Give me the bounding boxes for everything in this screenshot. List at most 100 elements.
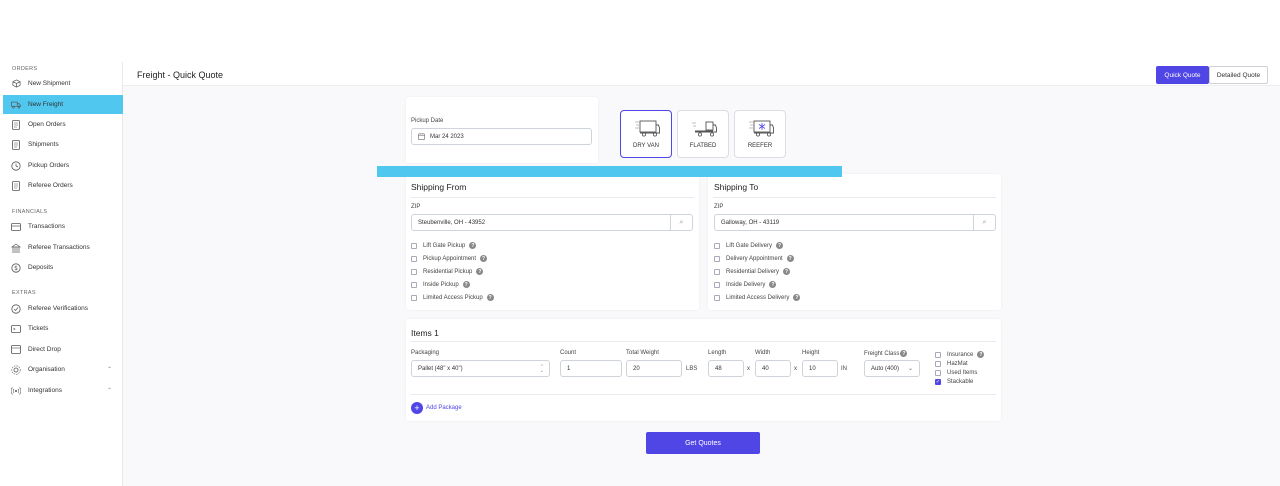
help-icon[interactable]: ? (469, 242, 477, 249)
help-icon[interactable]: ? (900, 350, 908, 357)
option-residential-pickup[interactable]: Residential Pickup? (411, 267, 484, 276)
section-title-extras: EXTRAS (12, 290, 36, 296)
flag-used-items[interactable]: Used Items (935, 368, 977, 377)
count-input[interactable]: 1 (560, 360, 622, 377)
checkbox-checked[interactable]: ✓ (935, 378, 941, 385)
checkbox[interactable] (411, 268, 417, 275)
packaging-select[interactable]: Pallet (48" x 40") ⌃ ⌄ (411, 360, 550, 377)
packaging-label: Packaging (411, 350, 440, 356)
quick-quote-button[interactable]: Quick Quote (1156, 66, 1209, 84)
chevron-up-icon[interactable]: ⌃ (107, 387, 112, 394)
pickup-date-label: Pickup Date (411, 118, 444, 124)
search-icon[interactable]: ⌕ (973, 215, 995, 230)
clock-icon (11, 160, 21, 171)
pickup-date-input[interactable]: Mar 24 2023 (411, 128, 592, 145)
checkbox[interactable] (714, 281, 720, 288)
get-quotes-button[interactable]: Get Quotes (646, 432, 760, 454)
help-icon[interactable]: ? (786, 255, 794, 262)
sidebar-item-label: Open Orders (28, 121, 66, 128)
freight-class-select[interactable]: Auto (400) ⌄ (864, 360, 920, 377)
height-input[interactable]: 10 (802, 360, 838, 377)
checkbox[interactable] (935, 360, 941, 367)
shipping-from-title: Shipping From (411, 182, 467, 192)
freight-class-value: Auto (400) (871, 365, 900, 372)
checkbox[interactable] (714, 268, 720, 275)
search-icon[interactable]: ⌕ (670, 215, 692, 230)
option-delivery-appointment[interactable]: Delivery Appointment? (714, 254, 794, 263)
freight-class-label-wrap: Freight Class ? (864, 350, 908, 357)
checkbox[interactable] (935, 351, 941, 358)
add-package-button[interactable]: + Add Package (411, 402, 462, 414)
truck-option-dry-van[interactable]: DRY VAN (620, 110, 672, 158)
option-lift-gate-pickup[interactable]: Lift Gate Pickup? (411, 241, 477, 250)
checkbox[interactable] (714, 242, 720, 249)
x-separator: x (794, 366, 797, 372)
checkbox[interactable] (714, 255, 720, 262)
checkbox[interactable] (411, 255, 417, 262)
help-icon[interactable]: ? (476, 268, 484, 275)
sidebar-item-label: Direct Drop (28, 346, 61, 353)
section-title-orders: ORDERS (12, 66, 38, 72)
option-label: Limited Access Pickup (423, 294, 483, 301)
help-icon[interactable]: ? (480, 255, 488, 262)
count-label: Count (560, 350, 577, 356)
box-icon (11, 79, 21, 89)
option-limited-access-delivery[interactable]: Limited Access Delivery? (714, 293, 801, 302)
option-residential-delivery[interactable]: Residential Delivery? (714, 267, 791, 276)
sidebar-item-label: Referee Verifications (28, 305, 88, 312)
option-pickup-appointment[interactable]: Pickup Appointment? (411, 254, 488, 263)
help-icon[interactable]: ? (776, 242, 784, 249)
width-input[interactable]: 40 (755, 360, 791, 377)
option-label: Inside Delivery (726, 281, 766, 288)
checkbox[interactable] (411, 242, 417, 249)
help-icon[interactable]: ? (462, 281, 470, 288)
flag-stackable[interactable]: ✓ Stackable (935, 377, 973, 386)
chevron-up-icon[interactable]: ⌃ (107, 366, 112, 373)
checkbox[interactable] (714, 294, 720, 301)
reefer-icon (748, 119, 774, 144)
bank-icon (11, 243, 21, 253)
option-label: Pickup Appointment (423, 255, 477, 262)
sidebar-item-label: Pickup Orders (28, 162, 70, 169)
pickup-date-card: Pickup Date Mar 24 2023 (406, 97, 598, 163)
weight-input[interactable]: 20 (626, 360, 682, 377)
option-lift-gate-delivery[interactable]: Lift Gate Delivery? (714, 241, 784, 250)
option-inside-delivery[interactable]: Inside Delivery? (714, 280, 777, 289)
flag-insurance[interactable]: Insurance? (935, 350, 985, 359)
divider (713, 197, 996, 198)
x-separator: x (747, 366, 750, 372)
truck-icon (11, 100, 21, 110)
option-limited-access-pickup[interactable]: Limited Access Pickup? (411, 293, 494, 302)
help-icon[interactable]: ? (486, 294, 494, 301)
shipping-to-card: Shipping To ZIP Galloway, OH - 43119 ⌕ L… (708, 174, 1001, 310)
org-icon (11, 365, 21, 375)
truck-option-reefer[interactable]: REEFER (734, 110, 786, 158)
sidebar-item-label: Referee Orders (28, 182, 73, 189)
divider (411, 197, 694, 198)
from-zip-input[interactable]: Steubenville, OH - 43952 ⌕ (411, 214, 693, 231)
length-input[interactable]: 48 (708, 360, 744, 377)
option-inside-pickup[interactable]: Inside Pickup? (411, 280, 470, 289)
help-icon[interactable]: ? (977, 351, 985, 358)
checkbox[interactable] (935, 369, 941, 376)
flag-label: Stackable (947, 378, 974, 385)
to-zip-input[interactable]: Galloway, OH - 43119 ⌕ (714, 214, 996, 231)
help-icon[interactable]: ? (793, 294, 801, 301)
height-unit: IN (841, 366, 847, 372)
from-zip-value: Steubenville, OH - 43952 (418, 219, 486, 226)
sidebar-item-label: Tickets (28, 325, 49, 332)
detailed-quote-button[interactable]: Detailed Quote (1209, 66, 1268, 84)
packaging-value: Pallet (48" x 40") (418, 365, 463, 372)
checkbox[interactable] (411, 281, 417, 288)
option-label: Limited Access Delivery (726, 294, 790, 301)
highlight-bar (377, 166, 842, 177)
help-icon[interactable]: ? (783, 268, 791, 275)
section-title-financials: FINANCIALS (12, 209, 48, 215)
sidebar-item-label: New Freight (28, 101, 64, 108)
flag-hazmat[interactable]: HazMat (935, 359, 968, 368)
truck-option-flatbed[interactable]: FLATBED (677, 110, 729, 158)
help-icon[interactable]: ? (769, 281, 777, 288)
checkbox[interactable] (411, 294, 417, 301)
option-label: Delivery Appointment (726, 255, 783, 262)
freight-class-label: Freight Class (864, 350, 900, 357)
